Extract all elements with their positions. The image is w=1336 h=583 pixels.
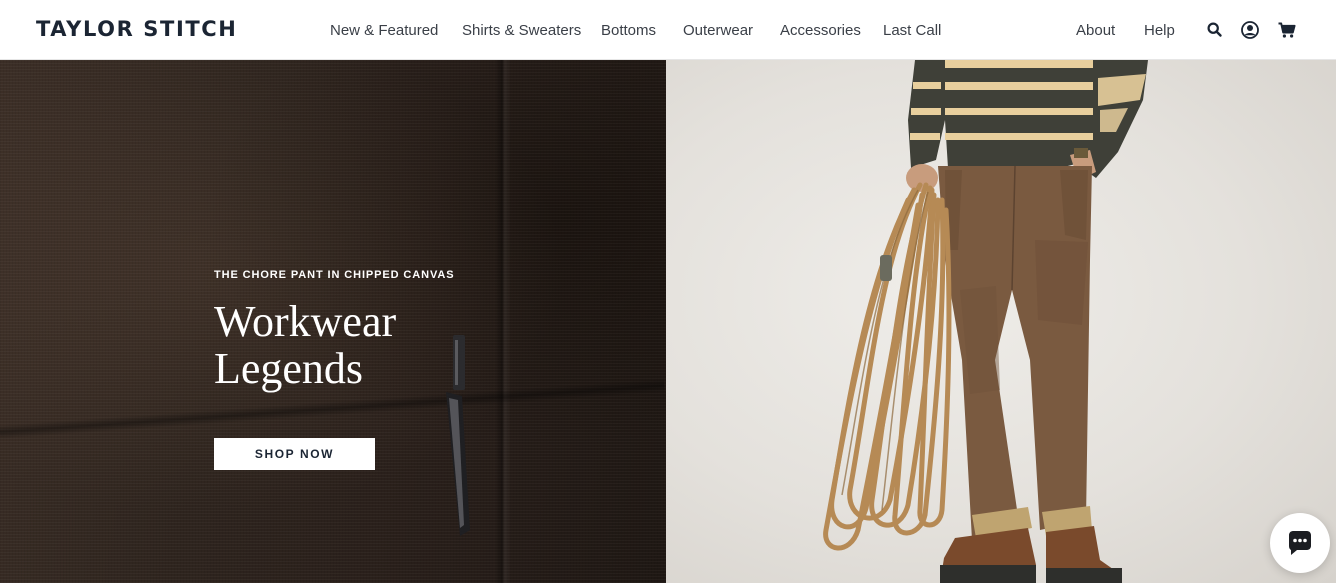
hero-headline-line-2: Legends xyxy=(214,344,364,393)
hero-headline-line-1: Workwear xyxy=(214,297,397,346)
hero-illustration xyxy=(446,60,1148,583)
hero-copy: THE CHORE PANT IN CHIPPED CANVAS Workwea… xyxy=(214,268,514,392)
nav-outerwear[interactable]: Outerwear xyxy=(683,21,753,41)
shop-now-button[interactable]: SHOP NOW xyxy=(214,438,375,470)
hero-eyebrow: THE CHORE PANT IN CHIPPED CANVAS xyxy=(214,269,455,281)
cart-icon[interactable] xyxy=(1277,20,1297,40)
chat-icon xyxy=(1289,531,1311,555)
site-header: TAYLOR STITCH New & Featured Shirts & Sw… xyxy=(0,0,1336,60)
account-icon[interactable] xyxy=(1240,20,1260,40)
nav-new-featured[interactable]: New & Featured xyxy=(330,21,438,41)
hero-headline: Workwear Legends xyxy=(214,298,514,392)
chat-button[interactable] xyxy=(1270,513,1330,573)
nav-about[interactable]: About xyxy=(1076,21,1115,41)
model-image xyxy=(823,60,1148,583)
nav-accessories[interactable]: Accessories xyxy=(780,21,861,41)
nav-help[interactable]: Help xyxy=(1144,21,1175,41)
nav-shirts-sweaters[interactable]: Shirts & Sweaters xyxy=(462,21,581,41)
logo[interactable]: TAYLOR STITCH xyxy=(36,16,237,42)
nav-last-call[interactable]: Last Call xyxy=(883,21,941,41)
hero-banner: THE CHORE PANT IN CHIPPED CANVAS Workwea… xyxy=(0,60,1336,583)
search-icon[interactable] xyxy=(1205,20,1225,40)
nav-bottoms[interactable]: Bottoms xyxy=(601,21,656,41)
